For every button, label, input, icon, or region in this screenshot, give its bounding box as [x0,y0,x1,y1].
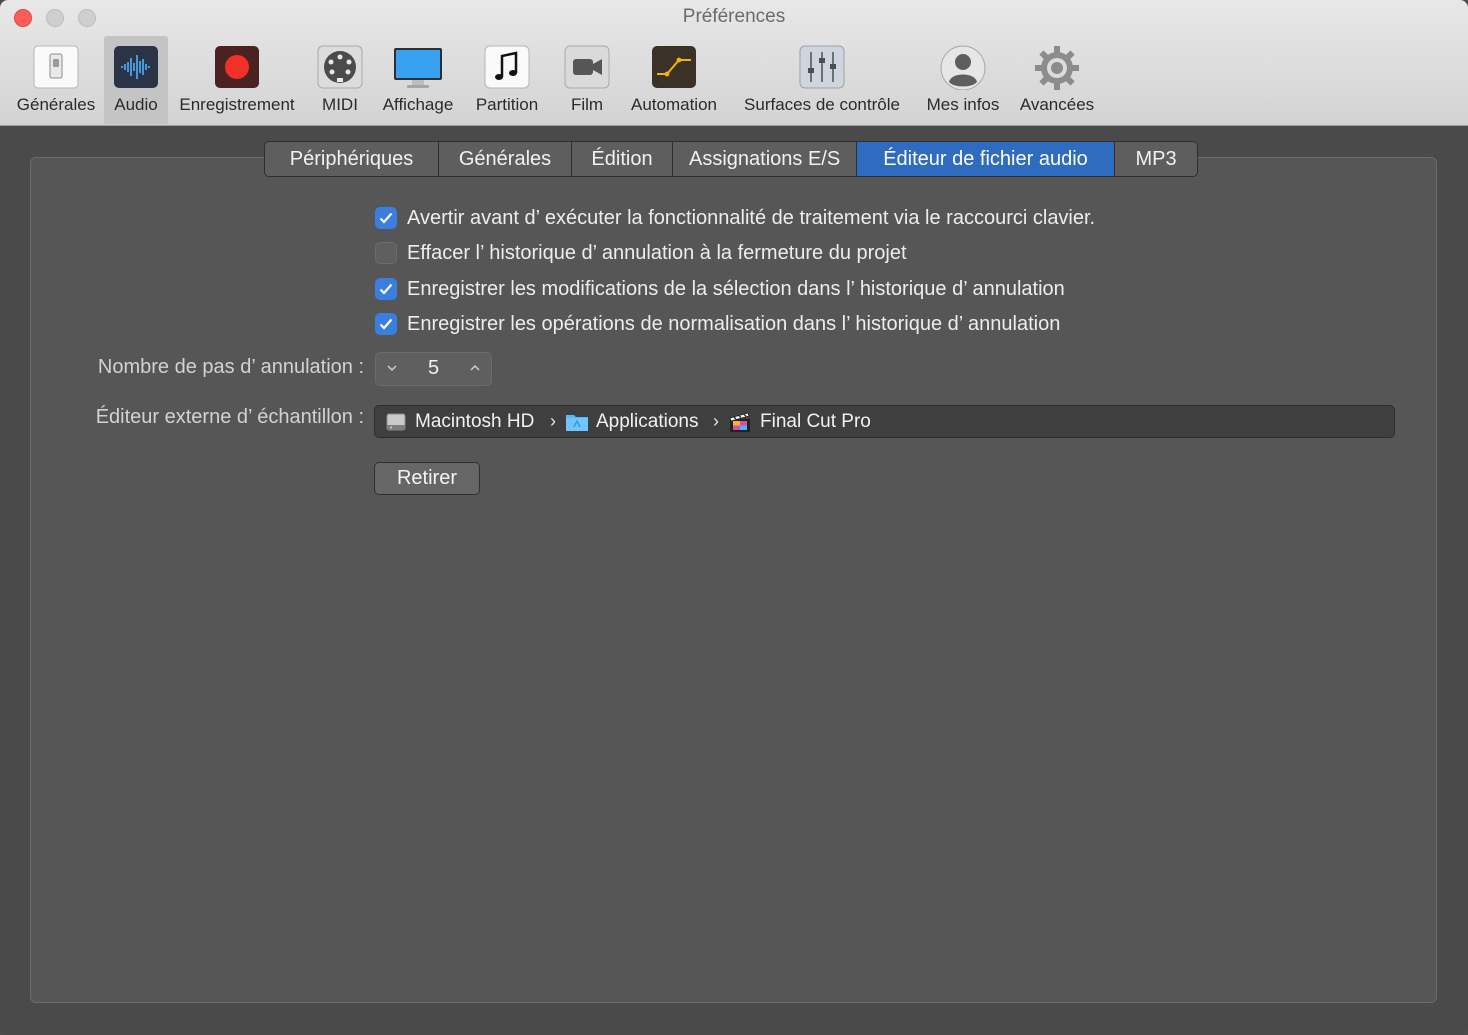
faders-icon [799,45,845,89]
checkbox[interactable] [375,313,397,335]
undo-steps-stepper[interactable]: 5 [375,352,492,386]
checkmark-icon [379,318,393,330]
folder-icon [566,415,588,431]
midi-connector-icon [317,45,363,89]
toolbar-label: Affichage [382,95,454,114]
user-silhouette-icon [940,45,986,90]
toolbar-item-automation[interactable]: Automation [624,36,724,124]
tab-editeur-fichier-audio[interactable]: Éditeur de fichier audio [857,142,1115,176]
switch-icon [33,45,79,89]
remove-button[interactable]: Retirer [374,462,480,495]
path-separator: › [550,411,556,431]
external-editor-path-control[interactable]: Macintosh HD › Applications › Final Cut … [374,405,1395,438]
path-separator: › [713,411,719,431]
waveform-icon [114,46,158,88]
gear-icon [1035,46,1079,90]
checkbox[interactable] [375,207,397,229]
automation-curve-icon [652,46,696,88]
clapperboard-icon [729,412,750,432]
toolbar-item-affichage[interactable]: Affichage [374,36,462,124]
option-clear-undo-history[interactable]: Effacer l’ historique d’ annulation à la… [375,240,907,266]
undo-steps-label: Nombre de pas d’ annulation : [97,356,364,378]
option-label: Avertir avant d’ exécuter la fonctionnal… [407,206,1096,229]
tab-bar: Périphériques Générales Édition Assignat… [264,141,1198,177]
toolbar-label: Audio [114,95,158,114]
toolbar-label: Automation [631,95,717,114]
path-segment-final-cut-pro[interactable]: Final Cut Pro [728,410,871,434]
record-icon [215,46,259,88]
preferences-window: Préférences Générales Audio Enregistreme… [0,0,1468,1035]
tab-peripheriques[interactable]: Périphériques [265,142,439,176]
checkbox[interactable] [375,278,397,300]
tab-mp3[interactable]: MP3 [1115,142,1197,176]
toolbar-item-avancees[interactable]: Avancées [1012,36,1102,124]
option-warn-before-processing[interactable]: Avertir avant d’ exécuter la fonctionnal… [375,205,1095,231]
toolbar-item-midi[interactable]: MIDI [312,36,368,124]
toolbar-item-audio[interactable]: Audio [104,36,168,124]
option-label: Effacer l’ historique d’ annulation à la… [407,241,907,264]
option-label: Enregistrer les modifications de la séle… [407,277,1065,300]
path-segment-label: Applications [596,411,699,432]
option-record-normalize-operations[interactable]: Enregistrer les opérations de normalisat… [375,311,1060,337]
title-bar: Préférences Générales Audio Enregistreme… [0,0,1468,126]
toolbar-item-mes-infos[interactable]: Mes infos [918,36,1008,124]
chevron-up-icon[interactable] [469,362,481,374]
toolbar-item-enregistrement[interactable]: Enregistrement [172,36,302,124]
tab-assignations-es[interactable]: Assignations E/S [673,142,857,176]
option-record-selection-changes[interactable]: Enregistrer les modifications de la séle… [375,276,1065,302]
toolbar-label: Surfaces de contrôle [744,95,900,114]
checkmark-icon [379,212,393,224]
external-editor-label: Éditeur externe d’ échantillon : [95,406,364,428]
toolbar-item-surfaces-de-controle[interactable]: Surfaces de contrôle [732,36,912,124]
music-note-icon [484,45,530,89]
path-segment-macintosh-hd[interactable]: Macintosh HD [385,410,534,434]
toolbar-item-partition[interactable]: Partition [468,36,546,124]
toolbar-label: Partition [475,95,539,114]
window-title: Préférences [682,6,786,27]
hard-drive-icon [386,413,406,431]
checkmark-icon [379,283,393,295]
path-segment-label: Macintosh HD [415,411,535,432]
toolbar-item-film[interactable]: Film [560,36,614,124]
tab-generales[interactable]: Générales [439,142,572,176]
toolbar-label: Film [570,95,604,114]
toolbar-label: Avancées [1019,95,1095,114]
path-segment-label: Final Cut Pro [760,411,871,432]
toolbar-label: Enregistrement [179,95,295,114]
display-icon [394,48,442,88]
toolbar-label: Générales [16,95,96,114]
tab-edition[interactable]: Édition [572,142,673,176]
toolbar-label: Mes infos [926,95,1000,114]
checkbox[interactable] [375,242,397,264]
option-label: Enregistrer les opérations de normalisat… [407,312,1061,335]
toolbar-label: MIDI [322,95,358,114]
toolbar-item-generales[interactable]: Générales [10,36,102,124]
video-camera-icon [564,45,610,89]
path-segment-applications[interactable]: Applications [565,410,698,434]
